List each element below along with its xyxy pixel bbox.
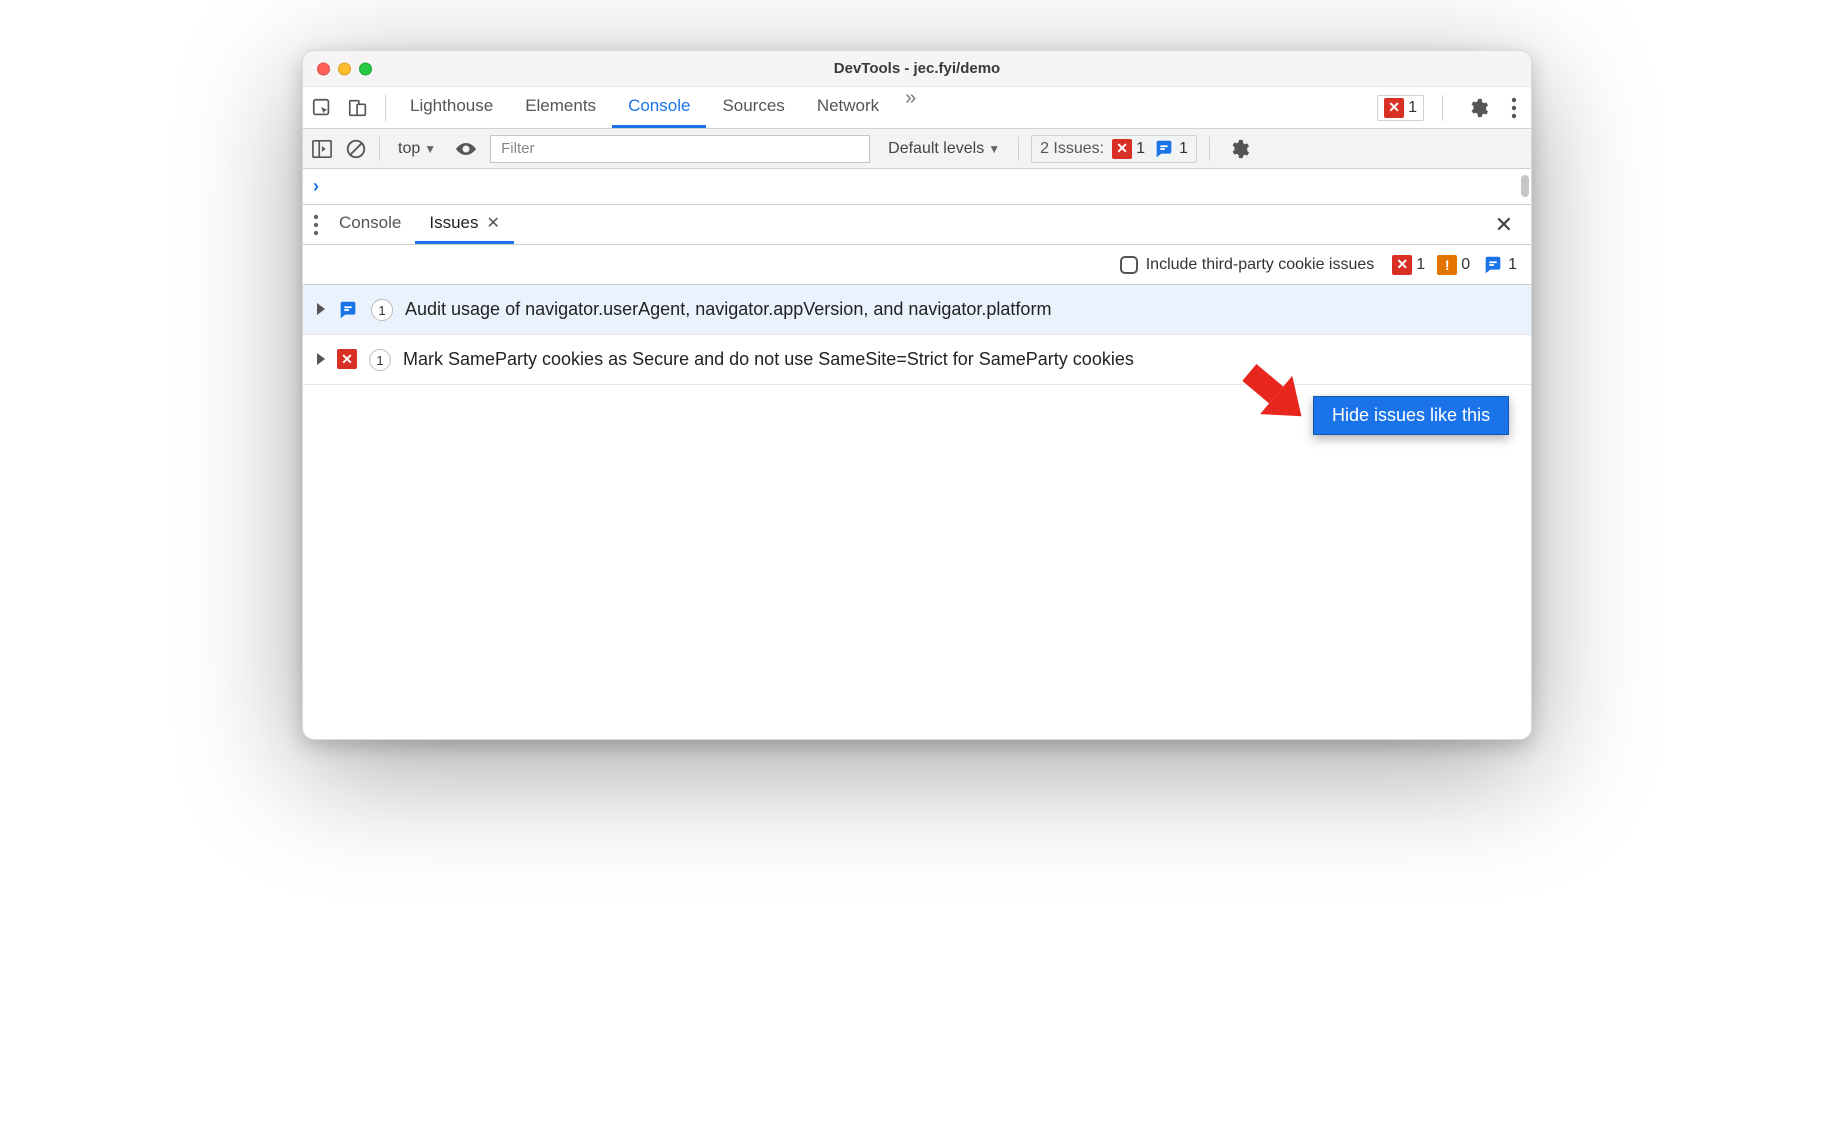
checkbox-icon [1120, 256, 1138, 274]
close-tab-icon[interactable]: ✕ [487, 213, 500, 233]
issue-title: Audit usage of navigator.userAgent, navi… [405, 297, 1517, 322]
issues-info-count: 1 [1179, 140, 1188, 158]
error-icon: ✕ [1112, 139, 1132, 159]
prompt-icon: › [313, 176, 319, 197]
window-close-button[interactable] [317, 62, 330, 75]
tab-label: Console [339, 213, 401, 233]
tab-label: Lighthouse [410, 96, 493, 116]
settings-icon[interactable] [1461, 97, 1495, 119]
error-icon: ✕ [1392, 255, 1412, 275]
tab-label: Issues [429, 213, 478, 233]
window-zoom-button[interactable] [359, 62, 372, 75]
console-input-area[interactable]: › [303, 169, 1531, 205]
live-expression-icon[interactable] [454, 139, 478, 159]
expand-icon[interactable] [317, 303, 325, 315]
drawer-more-icon[interactable] [311, 214, 325, 236]
count-info[interactable]: 1 [1482, 254, 1517, 276]
tab-sources[interactable]: Sources [706, 87, 800, 128]
context-label: top [398, 140, 420, 158]
device-toggle-icon[interactable] [347, 97, 369, 119]
chevron-down-icon: ▼ [988, 142, 1000, 156]
tab-lighthouse[interactable]: Lighthouse [394, 87, 509, 128]
errors-count: 1 [1408, 99, 1417, 117]
issue-title: Mark SameParty cookies as Secure and do … [403, 347, 1517, 372]
checkbox-label: Include third-party cookie issues [1146, 256, 1375, 274]
scrollbar-thumb[interactable] [1521, 175, 1529, 197]
tab-label: Elements [525, 96, 596, 116]
tabs-overflow-button[interactable]: » [895, 87, 926, 128]
stage: DevTools - jec.fyi/demo [0, 0, 1834, 1132]
drawer-close-icon[interactable]: ✕ [1485, 212, 1523, 238]
titlebar: DevTools - jec.fyi/demo [303, 51, 1531, 87]
error-icon: ✕ [337, 349, 357, 369]
levels-label: Default levels [888, 140, 984, 158]
tab-network[interactable]: Network [801, 87, 895, 128]
traffic-lights [317, 62, 372, 75]
issue-row[interactable]: 1 Audit usage of navigator.userAgent, na… [303, 285, 1531, 335]
errors-badge[interactable]: ✕ 1 [1377, 95, 1424, 121]
annotation-arrow-icon [1223, 351, 1323, 431]
context-menu-hide-issues[interactable]: Hide issues like this [1314, 397, 1508, 434]
third-party-checkbox[interactable]: Include third-party cookie issues [1120, 256, 1375, 274]
count-error[interactable]: ✕1 [1392, 255, 1425, 275]
tab-elements[interactable]: Elements [509, 87, 612, 128]
issues-label: 2 Issues: [1040, 140, 1104, 158]
inspect-element-icon[interactable] [311, 97, 333, 119]
issues-error-count: 1 [1136, 140, 1145, 158]
tab-label: Network [817, 96, 879, 116]
chevron-down-icon: ▼ [424, 142, 436, 156]
main-tabstrip: Lighthouse Elements Console Sources Netw… [303, 87, 1531, 129]
info-icon [1482, 254, 1504, 276]
expand-icon[interactable] [317, 353, 325, 365]
tab-label: Sources [722, 96, 784, 116]
devtools-window: DevTools - jec.fyi/demo [302, 50, 1532, 740]
issues-toolbar: Include third-party cookie issues ✕1 !0 … [303, 245, 1531, 285]
console-settings-icon[interactable] [1222, 138, 1256, 160]
divider [1018, 137, 1019, 161]
warning-icon: ! [1437, 255, 1457, 275]
console-toolbar: top ▼ Default levels ▼ 2 Issues: ✕1 1 [303, 129, 1531, 169]
context-menu: Hide issues like this [1313, 396, 1509, 435]
console-sidebar-toggle-icon[interactable] [311, 139, 333, 159]
drawer-tab-console[interactable]: Console [325, 205, 415, 244]
info-icon [1153, 138, 1175, 160]
issue-row[interactable]: ✕ 1 Mark SameParty cookies as Secure and… [303, 335, 1531, 385]
tab-label: Console [628, 96, 690, 116]
issues-summary-button[interactable]: 2 Issues: ✕1 1 [1031, 135, 1197, 163]
window-minimize-button[interactable] [338, 62, 351, 75]
drawer-tabstrip: Console Issues ✕ ✕ [303, 205, 1531, 245]
menu-item-label: Hide issues like this [1332, 405, 1490, 425]
error-icon: ✕ [1384, 98, 1404, 118]
filter-input[interactable] [490, 135, 870, 163]
divider [385, 95, 386, 121]
more-options-icon[interactable] [1505, 97, 1523, 119]
info-icon [337, 299, 359, 321]
divider [1209, 137, 1210, 161]
issue-counts: ✕1 !0 1 [1392, 254, 1517, 276]
occurrence-count: 1 [371, 299, 393, 321]
main-tabs: Lighthouse Elements Console Sources Netw… [394, 87, 926, 128]
occurrence-count: 1 [369, 349, 391, 371]
context-selector[interactable]: top ▼ [392, 140, 442, 158]
divider [1442, 95, 1443, 121]
drawer-tab-issues[interactable]: Issues ✕ [415, 205, 514, 244]
clear-console-icon[interactable] [345, 138, 367, 160]
tab-console[interactable]: Console [612, 87, 706, 128]
log-levels-selector[interactable]: Default levels ▼ [882, 140, 1006, 158]
window-title: DevTools - jec.fyi/demo [834, 60, 1000, 77]
divider [379, 137, 380, 161]
count-warning[interactable]: !0 [1437, 255, 1470, 275]
